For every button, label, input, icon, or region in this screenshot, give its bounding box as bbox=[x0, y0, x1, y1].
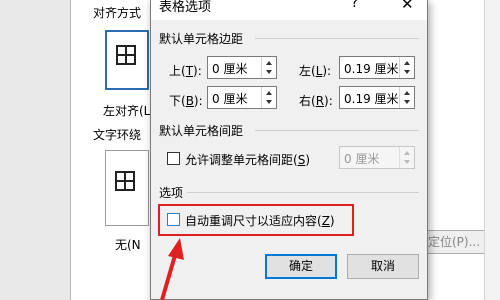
screen: 对齐方式 左对齐(L 文字环绕 无(N 定位(P)... 表格选项 ? ✕ 默认… bbox=[0, 0, 500, 300]
section-divider bbox=[255, 38, 419, 39]
ok-button[interactable]: 确定 bbox=[265, 254, 337, 279]
spinner-arrows[interactable] bbox=[399, 57, 414, 78]
margins-section-title: 默认单元格边距 bbox=[159, 32, 244, 46]
spinner-arrows[interactable] bbox=[399, 147, 414, 168]
arrow-up-icon bbox=[404, 61, 410, 65]
bottom-margin-value: 0 厘米 bbox=[212, 92, 248, 106]
help-button[interactable]: ? bbox=[351, 0, 358, 11]
arrow-down-icon bbox=[404, 70, 410, 74]
section-divider bbox=[255, 130, 419, 131]
allow-spacing-label: 允许调整单元格间距(S) bbox=[185, 153, 310, 167]
spinner-arrows[interactable] bbox=[399, 87, 414, 108]
bottom-margin-spinner[interactable]: 0 厘米 bbox=[207, 86, 277, 109]
position-button[interactable]: 定位(P)... bbox=[421, 230, 488, 254]
arrow-up-icon bbox=[266, 61, 272, 65]
annotation-arrow-icon bbox=[160, 238, 184, 300]
title-bar: 表格选项 ? ✕ bbox=[151, 0, 427, 20]
top-margin-value: 0 厘米 bbox=[212, 62, 248, 76]
left-margin-label: 左(L): bbox=[299, 64, 332, 78]
table-icon bbox=[115, 171, 135, 191]
spinner-arrows[interactable] bbox=[261, 57, 276, 78]
cell-spacing-spinner[interactable]: 0 厘米 bbox=[339, 146, 415, 169]
wrap-none-option[interactable] bbox=[105, 150, 149, 226]
spinner-arrows[interactable] bbox=[261, 87, 276, 108]
dialog-title: 表格选项 bbox=[159, 0, 212, 15]
options-section-title: 选项 bbox=[159, 186, 184, 200]
wrap-none-label: 无(N bbox=[115, 238, 141, 252]
arrow-down-icon bbox=[266, 100, 272, 104]
left-margin-spinner[interactable]: 0.19 厘米 bbox=[339, 56, 415, 79]
scrollbar[interactable] bbox=[484, 0, 500, 300]
left-align-option[interactable] bbox=[105, 30, 149, 90]
top-margin-spinner[interactable]: 0 厘米 bbox=[207, 56, 277, 79]
arrow-down-icon bbox=[404, 160, 410, 164]
allow-spacing-checkbox[interactable] bbox=[167, 152, 180, 165]
section-divider bbox=[187, 192, 419, 193]
cell-spacing-value: 0 厘米 bbox=[344, 152, 380, 166]
arrow-up-icon bbox=[266, 91, 272, 95]
cancel-button[interactable]: 取消 bbox=[347, 254, 419, 279]
right-margin-value: 0.19 厘米 bbox=[344, 92, 399, 106]
arrow-down-icon bbox=[404, 100, 410, 104]
text-wrap-section-label: 文字环绕 bbox=[93, 128, 142, 142]
arrow-up-icon bbox=[404, 91, 410, 95]
top-margin-label: 上(T): bbox=[169, 64, 202, 78]
alignment-section-label: 对齐方式 bbox=[93, 6, 142, 20]
right-margin-label: 右(R): bbox=[299, 94, 333, 108]
arrow-down-icon bbox=[266, 70, 272, 74]
spacing-section-title: 默认单元格间距 bbox=[159, 124, 244, 138]
bottom-margin-label: 下(B): bbox=[169, 94, 203, 108]
annotation-highlight-box bbox=[158, 204, 354, 236]
close-button[interactable]: ✕ bbox=[401, 0, 414, 13]
right-margin-spinner[interactable]: 0.19 厘米 bbox=[339, 86, 415, 109]
arrow-up-icon bbox=[404, 151, 410, 155]
left-align-label: 左对齐(L bbox=[103, 104, 151, 118]
table-icon bbox=[116, 45, 136, 65]
left-margin-value: 0.19 厘米 bbox=[344, 62, 399, 76]
